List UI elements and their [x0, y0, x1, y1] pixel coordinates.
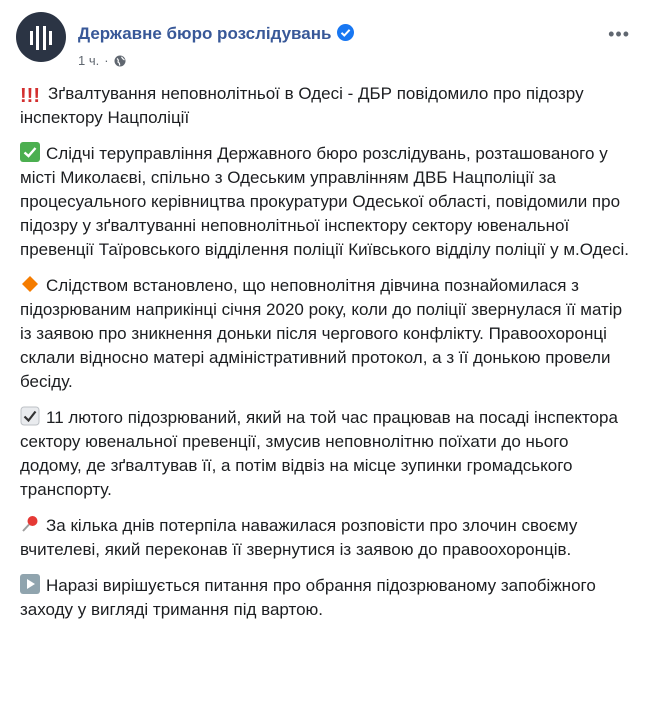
exclamation-icons: !!! — [20, 82, 41, 107]
post-time[interactable]: 1 ч. — [78, 53, 99, 68]
paragraph-4: 11 лютого підозрюваний, який на той час … — [20, 406, 632, 502]
checkbox-check-icon — [20, 406, 40, 426]
paragraph-4-text: 11 лютого підозрюваний, який на той час … — [20, 408, 618, 499]
paragraph-2-text: Слідчі теруправління Державного бюро роз… — [20, 144, 629, 259]
page-avatar[interactable] — [16, 12, 66, 62]
exclamation-icon: ! — [20, 85, 27, 107]
paragraph-1: !!! Зґвалтування неповнолітньої в Одесі -… — [20, 82, 632, 130]
paragraph-5: За кілька днів потерпіла наважилася розп… — [20, 514, 632, 562]
check-mark-icon — [20, 142, 40, 162]
paragraph-3-text: Слідством встановлено, що неповнолітня д… — [20, 276, 623, 391]
post-body: !!! Зґвалтування неповнолітньої в Одесі -… — [20, 82, 632, 634]
play-button-icon — [20, 574, 40, 594]
post-header: Державне бюро розслідувань 1 ч. · ••• — [16, 12, 630, 76]
post-meta: 1 ч. · — [78, 53, 126, 68]
globe-icon[interactable] — [114, 55, 126, 67]
page-name-text[interactable]: Державне бюро розслідувань — [78, 24, 331, 43]
verified-badge-icon — [337, 24, 355, 41]
orange-diamond-icon — [22, 276, 38, 292]
more-options-icon[interactable]: ••• — [608, 24, 630, 45]
paragraph-5-text: За кілька днів потерпіла наважилася розп… — [20, 516, 578, 559]
paragraph-2: Слідчі теруправління Державного бюро роз… — [20, 142, 632, 262]
page-name-link[interactable]: Державне бюро розслідувань — [78, 24, 355, 44]
pushpin-icon — [22, 516, 38, 532]
paragraph-6: Наразі вирішується питання про обрання п… — [20, 574, 632, 622]
paragraph-3: Слідством встановлено, що неповнолітня д… — [20, 274, 632, 394]
avatar-logo-icon — [30, 26, 52, 50]
facebook-post: Державне бюро розслідувань 1 ч. · ••• !!… — [0, 0, 646, 705]
meta-separator: · — [104, 53, 109, 68]
paragraph-1-text: Зґвалтування неповнолітньої в Одесі - ДБ… — [20, 84, 584, 127]
paragraph-6-text: Наразі вирішується питання про обрання п… — [20, 576, 596, 619]
exclamation-icon: ! — [26, 85, 34, 107]
exclamation-icon: ! — [33, 85, 41, 107]
